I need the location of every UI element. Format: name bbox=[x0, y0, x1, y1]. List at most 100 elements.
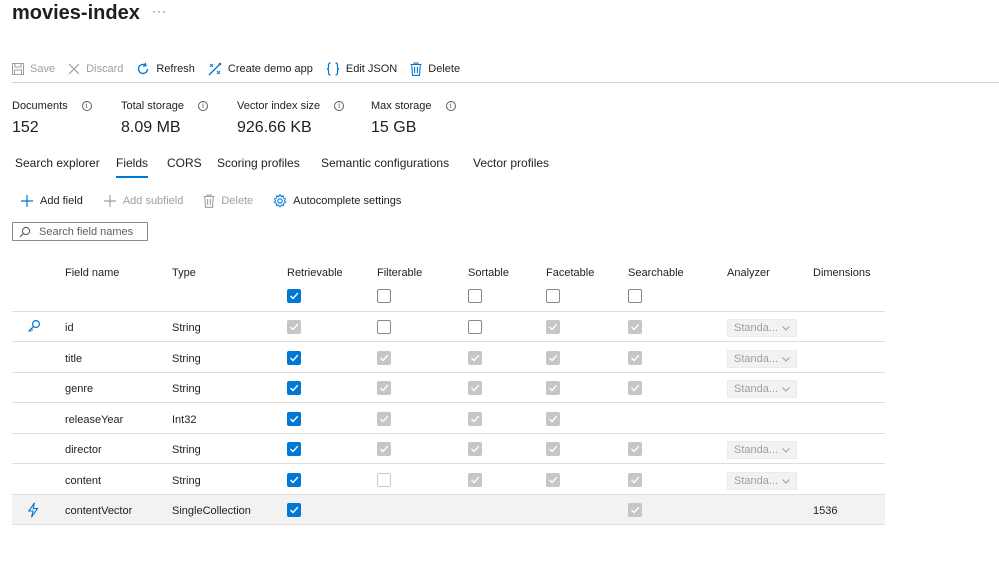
column-header-retrievable[interactable]: Retrievable bbox=[287, 267, 343, 279]
column-header-dimensions[interactable]: Dimensions bbox=[813, 267, 870, 279]
search-field-names-input[interactable] bbox=[39, 225, 139, 238]
fields-command-bar: Add field Add subfield Delete Autocomple… bbox=[20, 193, 421, 209]
column-header-searchable[interactable]: Searchable bbox=[628, 267, 684, 279]
tab-scoring-profiles[interactable]: Scoring profiles bbox=[217, 156, 300, 170]
create-demo-app-label: Create demo app bbox=[227, 63, 313, 75]
analyzer-value: Standa... bbox=[734, 352, 779, 365]
stat-total-storage: Total storage i 8.09 MB bbox=[121, 100, 208, 137]
close-icon bbox=[68, 63, 80, 75]
dimensions-cell: 1536 bbox=[813, 505, 838, 517]
retrievable-checkbox[interactable] bbox=[287, 411, 301, 426]
add-field-label: Add field bbox=[40, 195, 83, 207]
stat-vector-index-size: Vector index size i 926.66 KB bbox=[237, 100, 345, 137]
sortable-checkbox bbox=[468, 411, 482, 426]
filterable-checkbox bbox=[377, 350, 391, 365]
search-box bbox=[12, 222, 148, 241]
table-row[interactable]: contentVector SingleCollection 1536 bbox=[12, 495, 885, 525]
sortable-checkbox bbox=[468, 350, 482, 365]
searchable-checkbox bbox=[628, 442, 642, 456]
tab-vector-profiles[interactable]: Vector profiles bbox=[473, 156, 549, 170]
refresh-button[interactable]: Refresh bbox=[136, 62, 195, 76]
chevron-down-icon bbox=[781, 473, 791, 494]
info-icon[interactable]: i bbox=[445, 101, 456, 111]
create-demo-app-button[interactable]: Create demo app bbox=[208, 62, 313, 76]
info-icon[interactable]: i bbox=[334, 101, 345, 111]
search-icon bbox=[19, 226, 31, 237]
autocomplete-settings-button[interactable]: Autocomplete settings bbox=[273, 194, 401, 208]
field-type-cell: SingleCollection bbox=[172, 505, 251, 517]
table-row[interactable]: content String Standa... bbox=[12, 465, 885, 495]
sortable-checkbox[interactable] bbox=[468, 289, 482, 303]
column-header-analyzer[interactable]: Analyzer bbox=[727, 267, 770, 279]
more-options-button[interactable]: ··· bbox=[152, 4, 167, 18]
info-icon[interactable]: i bbox=[197, 101, 208, 111]
field-type-cell: String bbox=[172, 352, 201, 365]
sortable-checkbox[interactable] bbox=[468, 320, 482, 334]
retrievable-checkbox[interactable] bbox=[287, 503, 301, 517]
info-icon[interactable]: i bbox=[81, 101, 92, 111]
field-type-cell: Int32 bbox=[172, 413, 197, 426]
stat-value: 8.09 MB bbox=[121, 119, 181, 136]
retrievable-checkbox[interactable] bbox=[287, 381, 301, 395]
field-name-cell: genre bbox=[65, 383, 94, 395]
edit-json-button[interactable]: Edit JSON bbox=[326, 62, 397, 76]
field-name-cell: id bbox=[65, 322, 74, 334]
retrievable-checkbox[interactable] bbox=[287, 350, 301, 365]
add-field-button[interactable]: Add field bbox=[20, 194, 83, 208]
gear-icon bbox=[273, 194, 287, 208]
key-icon bbox=[27, 319, 41, 336]
table-row[interactable]: title String Standa... bbox=[12, 343, 885, 373]
stat-label: Max storage bbox=[371, 100, 432, 112]
toolbar-divider bbox=[12, 82, 999, 83]
delete-field-button[interactable]: Delete bbox=[203, 194, 253, 208]
filterable-checkbox[interactable] bbox=[377, 320, 391, 334]
stat-documents: Documents i 152 bbox=[12, 100, 92, 137]
chevron-down-icon bbox=[781, 381, 791, 402]
facetable-checkbox[interactable] bbox=[546, 289, 560, 303]
save-button[interactable]: Save bbox=[12, 63, 55, 75]
stat-max-storage: Max storage i 15 GB bbox=[371, 100, 456, 137]
table-row[interactable]: director String Standa... bbox=[12, 434, 885, 464]
analyzer-value: Standa... bbox=[734, 444, 779, 456]
table-row[interactable]: id String Standa... bbox=[12, 312, 885, 342]
searchable-checkbox bbox=[628, 472, 642, 487]
stat-value: 926.66 KB bbox=[237, 119, 312, 136]
add-subfield-button[interactable]: Add subfield bbox=[103, 194, 184, 208]
column-header-sortable[interactable]: Sortable bbox=[468, 267, 509, 279]
retrievable-checkbox[interactable] bbox=[287, 442, 301, 456]
analyzer-value: Standa... bbox=[734, 383, 779, 395]
table-row[interactable]: genre String Standa... bbox=[12, 373, 885, 403]
retrievable-checkbox[interactable] bbox=[287, 289, 301, 303]
facetable-checkbox bbox=[546, 472, 560, 487]
add-subfield-label: Add subfield bbox=[122, 195, 184, 207]
demo-app-icon bbox=[208, 62, 222, 76]
tab-semantic-configurations[interactable]: Semantic configurations bbox=[321, 156, 449, 170]
tab-cors[interactable]: CORS bbox=[167, 156, 202, 170]
trash-icon bbox=[203, 194, 215, 208]
searchable-checkbox[interactable] bbox=[628, 289, 642, 303]
stat-label: Documents bbox=[12, 100, 68, 112]
field-name-cell: releaseYear bbox=[65, 413, 124, 426]
column-header-filterable[interactable]: Filterable bbox=[377, 267, 422, 279]
tab-fields[interactable]: Fields bbox=[116, 156, 148, 170]
discard-button[interactable]: Discard bbox=[68, 63, 123, 75]
retrievable-checkbox[interactable] bbox=[287, 472, 301, 487]
table-row[interactable]: releaseYear Int32 bbox=[12, 404, 885, 434]
delete-index-button[interactable]: Delete bbox=[410, 62, 460, 76]
column-header-field-name[interactable]: Field name bbox=[65, 267, 119, 279]
filterable-checkbox bbox=[377, 381, 391, 395]
analyzer-dropdown: Standa... bbox=[727, 441, 797, 459]
chevron-down-icon bbox=[781, 351, 791, 372]
column-header-type[interactable]: Type bbox=[172, 267, 196, 279]
filterable-checkbox bbox=[377, 442, 391, 456]
column-header-facetable[interactable]: Facetable bbox=[546, 267, 594, 279]
header-checkbox-row bbox=[12, 282, 885, 312]
stat-label: Total storage bbox=[121, 100, 184, 112]
searchable-checkbox bbox=[628, 350, 642, 365]
field-type-cell: String bbox=[172, 383, 201, 395]
field-name-cell: content bbox=[65, 474, 102, 487]
trash-icon bbox=[410, 62, 422, 76]
active-tab-indicator bbox=[116, 176, 148, 178]
tab-search-explorer[interactable]: Search explorer bbox=[15, 156, 100, 170]
filterable-checkbox[interactable] bbox=[377, 289, 391, 303]
